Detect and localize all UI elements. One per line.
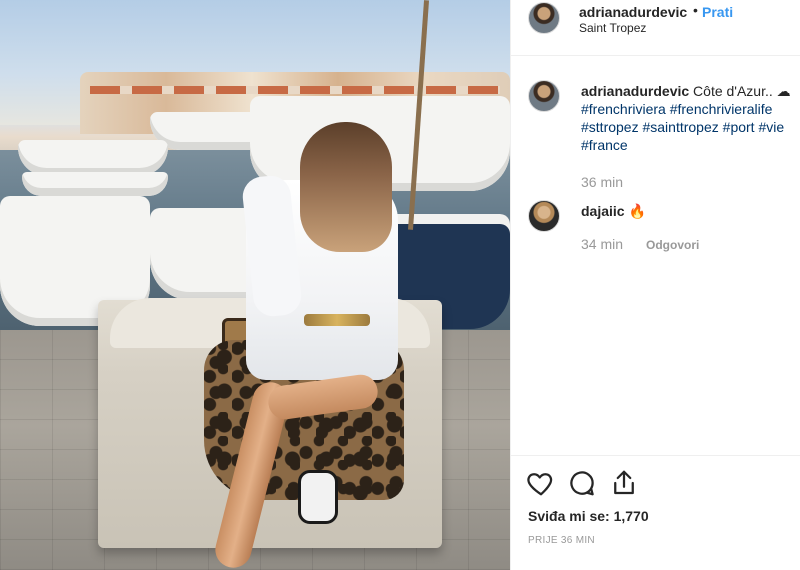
- actions-bar: Sviđa mi se: 1,770 PRIJE 36 MIN: [511, 455, 800, 570]
- hashtag-link[interactable]: #sttropez: [581, 119, 639, 135]
- hashtag-link[interactable]: #sainttropez: [642, 119, 718, 135]
- photo-sandal: [298, 470, 338, 524]
- photo-belt: [304, 314, 370, 326]
- photo-hair: [300, 122, 392, 252]
- location-link[interactable]: Saint Tropez: [579, 21, 646, 35]
- heart-icon[interactable]: [526, 468, 556, 498]
- caption-username[interactable]: adrianadurdevic: [581, 83, 689, 99]
- header-username[interactable]: adrianadurdevic: [579, 4, 687, 20]
- hashtag-link[interactable]: #port: [723, 119, 755, 135]
- hashtag-link[interactable]: #frenchriviera: [581, 101, 666, 117]
- avatar[interactable]: [528, 2, 560, 34]
- hashtag-list: #frenchriviera #frenchrivieralife #sttro…: [581, 100, 800, 154]
- post-photo[interactable]: [0, 0, 510, 570]
- caption: adrianadurdevic Côte d'Azur.. ☁ #frenchr…: [511, 80, 800, 190]
- avatar[interactable]: [528, 200, 560, 232]
- post-header: adrianadurdevic • Prati Saint Tropez: [511, 0, 800, 56]
- post-side-panel: adrianadurdevic • Prati Saint Tropez adr…: [510, 0, 800, 570]
- follow-button[interactable]: Prati: [702, 4, 733, 20]
- share-icon[interactable]: [609, 468, 639, 498]
- caption-text: Côte d'Azur.. ☁: [693, 83, 791, 99]
- comment-body: dajaiic 🔥: [581, 202, 800, 220]
- comment-username[interactable]: dajaiic: [581, 203, 625, 219]
- post-timestamp[interactable]: PRIJE 36 MIN: [528, 535, 595, 546]
- reply-button[interactable]: Odgovori: [646, 238, 699, 252]
- comment-icon[interactable]: [567, 468, 597, 498]
- comment-item: dajaiic 🔥 34 min Odgovori: [511, 200, 800, 260]
- comment-timestamp[interactable]: 34 min: [581, 236, 623, 252]
- separator-dot: •: [693, 2, 698, 18]
- hashtag-link[interactable]: #frenchrivieralife: [670, 101, 773, 117]
- likes-count[interactable]: Sviđa mi se: 1,770: [528, 508, 649, 524]
- comment-text: 🔥: [628, 203, 646, 219]
- caption-body: adrianadurdevic Côte d'Azur.. ☁ #frenchr…: [581, 82, 800, 154]
- avatar[interactable]: [528, 80, 560, 112]
- hashtag-link[interactable]: #vie: [758, 119, 784, 135]
- photo-boat: [18, 140, 168, 176]
- photo-rooftops: [90, 86, 500, 94]
- caption-timestamp[interactable]: 36 min: [581, 174, 623, 190]
- photo-boat: [22, 172, 168, 196]
- hashtag-link[interactable]: #france: [581, 137, 628, 153]
